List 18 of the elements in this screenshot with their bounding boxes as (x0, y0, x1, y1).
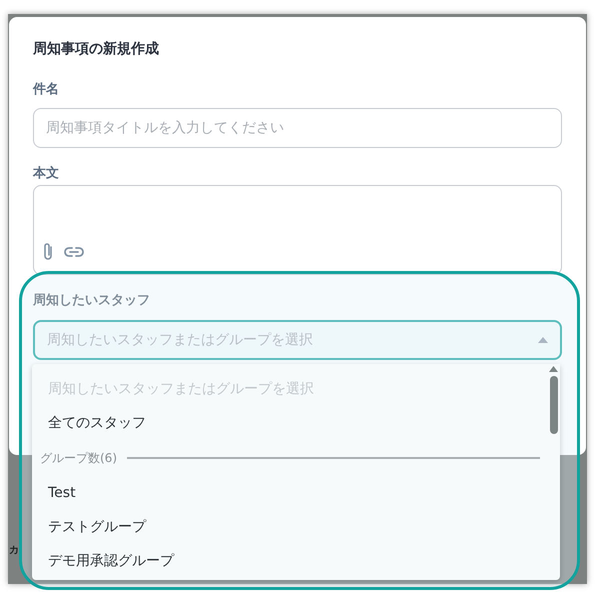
field-label: 本文 (33, 165, 59, 183)
paperclip-icon[interactable] (42, 242, 54, 262)
caret-icon (538, 337, 548, 343)
body-field[interactable] (33, 185, 562, 275)
scroll-up-icon[interactable] (549, 366, 558, 372)
dropdown-option[interactable]: テストグループ (32, 510, 146, 544)
page-heading: カ (9, 545, 19, 557)
dialog-title: 周知事項の新規作成 (33, 40, 159, 59)
group-header: グループ数(6) (40, 450, 117, 466)
dropdown-option[interactable]: Test (32, 476, 76, 510)
field-label: 周知したいスタッフ (33, 292, 150, 310)
dropdown-option[interactable]: 全てのスタッフ (32, 406, 146, 440)
subject-field[interactable]: 周知事項タイトルを入力してください (33, 108, 562, 148)
dropdown-option[interactable]: デモ用承認グループ (32, 544, 174, 578)
field-label: 件名 (33, 81, 59, 99)
link-icon[interactable] (64, 246, 84, 258)
scrollbar-thumb[interactable] (550, 376, 558, 434)
scrollbar[interactable] (549, 366, 558, 434)
